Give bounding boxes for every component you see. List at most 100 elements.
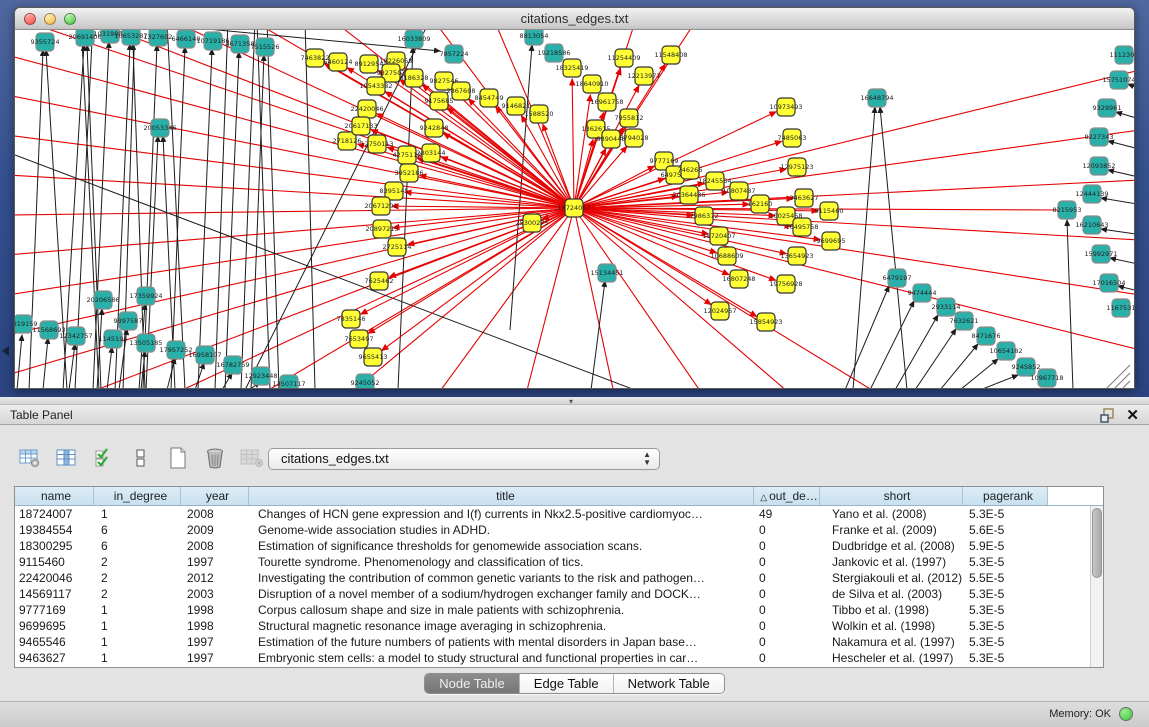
table-cell[interactable]: 0 (754, 570, 820, 586)
select-column-icon[interactable] (55, 446, 79, 470)
graph-node[interactable]: 12444139 (1075, 185, 1108, 203)
graph-node[interactable]: 10973493 (769, 98, 802, 116)
graph-node[interactable]: 8454749 (475, 89, 504, 107)
table-row[interactable]: 1872400712008Changes of HCN gene express… (15, 506, 1103, 522)
graph-node[interactable]: 22420046 (350, 100, 383, 118)
scrollbar-thumb[interactable] (1092, 508, 1102, 578)
table-row[interactable]: 1830029562008Estimation of significance … (15, 538, 1103, 554)
tab-node-table[interactable]: Node Table (425, 674, 520, 693)
graph-node[interactable]: 9699695 (817, 232, 846, 250)
graph-node[interactable]: 7515526 (251, 38, 280, 56)
select-rows-icon[interactable] (92, 446, 116, 470)
close-panel-icon[interactable]: ✕ (1126, 406, 1139, 424)
graph-node[interactable]: 16648794 (860, 89, 893, 107)
table-cell[interactable]: Hescheler et al. (1997) (820, 650, 963, 666)
table-row[interactable]: 911546021997Tourette syndrome. Phenomeno… (15, 554, 1103, 570)
table-cell[interactable]: Disruption of a novel member of a sodium… (249, 586, 754, 602)
graph-node[interactable]: 13654923 (780, 247, 813, 265)
graph-node[interactable]: 9474444 (908, 284, 937, 302)
table-cell[interactable]: 9777169 (15, 602, 94, 618)
table-cell[interactable]: 0 (754, 634, 820, 650)
table-cell[interactable]: 0 (754, 618, 820, 634)
table-cell[interactable]: 2 (94, 586, 181, 602)
graph-node[interactable]: 12093852 (1082, 157, 1115, 175)
tab-edge-table[interactable]: Edge Table (520, 674, 614, 693)
table-cell[interactable]: 2012 (181, 570, 249, 586)
graph-node[interactable]: 8471676 (972, 327, 1001, 345)
table-cell[interactable]: 0 (754, 602, 820, 618)
table-cell[interactable]: 0 (754, 538, 820, 554)
column-header-pagerank[interactable]: pagerank (963, 487, 1048, 505)
graph-node[interactable]: 1112304 (1110, 46, 1134, 64)
table-cell[interactable]: Yano et al. (2008) (820, 506, 963, 522)
graph-node[interactable]: 12750113 (360, 135, 393, 153)
table-cell[interactable]: 22420046 (15, 570, 94, 586)
table-row[interactable]: 969969511998Structural magnetic resonanc… (15, 618, 1103, 634)
graph-node[interactable]: 13505185 (129, 334, 162, 352)
table-cell[interactable]: 5.3E-5 (963, 506, 1048, 522)
table-cell[interactable]: 5.3E-5 (963, 602, 1048, 618)
graph-node[interactable]: 17359924 (129, 287, 162, 305)
table-cell[interactable]: 5.3E-5 (963, 650, 1048, 666)
table-cell[interactable]: 5.3E-5 (963, 554, 1048, 570)
table-row[interactable]: 2242004622012Investigating the contribut… (15, 570, 1103, 586)
table-cell[interactable]: Dudbridge et al. (2008) (820, 538, 963, 554)
graph-node[interactable]: 15992971 (1084, 245, 1117, 263)
table-vertical-scrollbar[interactable] (1090, 506, 1103, 667)
graph-node[interactable]: 16961758 (590, 93, 623, 111)
table-cell[interactable]: Estimation of significance thresholds fo… (249, 538, 754, 554)
graph-node[interactable]: 11254409 (607, 49, 640, 67)
table-cell[interactable]: Tibbo et al. (1998) (820, 602, 963, 618)
graph-node[interactable]: 7625462 (365, 272, 394, 290)
table-cell[interactable]: 2008 (181, 538, 249, 554)
table-cell[interactable]: Jankovic et al. (1997) (820, 554, 963, 570)
table-select-dropdown[interactable]: citations_edges.txt ▲▼ (268, 448, 660, 470)
table-cell[interactable]: 0 (754, 554, 820, 570)
tab-network-table[interactable]: Network Table (614, 674, 724, 693)
network-canvas[interactable]: 9355724206914061031980410653287132760264… (15, 30, 1134, 388)
table-cell[interactable]: de Silva et al. (2003) (820, 586, 963, 602)
table-cell[interactable]: 9115460 (15, 554, 94, 570)
table-cell[interactable]: 49 (754, 506, 820, 522)
table-cell[interactable]: 6 (94, 538, 181, 554)
table-cell[interactable]: 2 (94, 570, 181, 586)
column-header-short[interactable]: short (820, 487, 963, 505)
table-cell[interactable]: 1998 (181, 602, 249, 618)
table-cell[interactable]: 5.5E-5 (963, 570, 1048, 586)
graph-node[interactable]: 7835146 (337, 310, 366, 328)
graph-node[interactable]: 15134451 (590, 264, 623, 282)
graph-node[interactable]: 9463627 (790, 189, 819, 207)
graph-node[interactable]: 1167531 (1107, 299, 1134, 317)
graph-node[interactable]: 16807248 (722, 270, 755, 288)
table-cell[interactable]: 2008 (181, 506, 249, 522)
graph-node[interactable]: 10654182 (989, 342, 1022, 360)
graph-node[interactable]: 15751074 (1102, 71, 1134, 89)
table-row[interactable]: 977716911998Corpus callosum shape and si… (15, 602, 1103, 618)
new-column-icon[interactable] (166, 446, 190, 470)
column-header-title[interactable]: title (249, 487, 754, 505)
table-cell[interactable]: 9699695 (15, 618, 94, 634)
table-cell[interactable]: Franke et al. (2009) (820, 522, 963, 538)
table-cell[interactable]: 0 (754, 522, 820, 538)
table-cell[interactable]: 1997 (181, 650, 249, 666)
graph-node[interactable]: 16210643 (1075, 216, 1108, 234)
table-cell[interactable]: Tourette syndrome. Phenomenology and cla… (249, 554, 754, 570)
table-cell[interactable]: 1998 (181, 618, 249, 634)
table-cell[interactable]: 1 (94, 618, 181, 634)
table-cell[interactable]: 0 (754, 650, 820, 666)
table-cell[interactable]: 5.6E-5 (963, 522, 1048, 538)
delete-trash-icon[interactable] (203, 446, 227, 470)
graph-node[interactable]: 9115460 (815, 202, 844, 220)
table-cell[interactable]: Investigating the contribution of common… (249, 570, 754, 586)
graph-node[interactable]: 9245052 (351, 374, 380, 388)
table-settings-icon[interactable] (18, 446, 42, 470)
graph-node[interactable]: 9655413 (359, 348, 388, 366)
table-cell[interactable]: 1 (94, 634, 181, 650)
table-cell[interactable]: 5.3E-5 (963, 586, 1048, 602)
table-cell[interactable]: Stergiakouli et al. (2012) (820, 570, 963, 586)
graph-node[interactable]: 18640910 (575, 75, 608, 93)
table-cell[interactable]: 9463627 (15, 650, 94, 666)
table-cell[interactable]: Changes of HCN gene expression and I(f) … (249, 506, 754, 522)
table-row[interactable]: 1456911722003Disruption of a novel membe… (15, 586, 1103, 602)
table-cell[interactable]: 1997 (181, 634, 249, 650)
